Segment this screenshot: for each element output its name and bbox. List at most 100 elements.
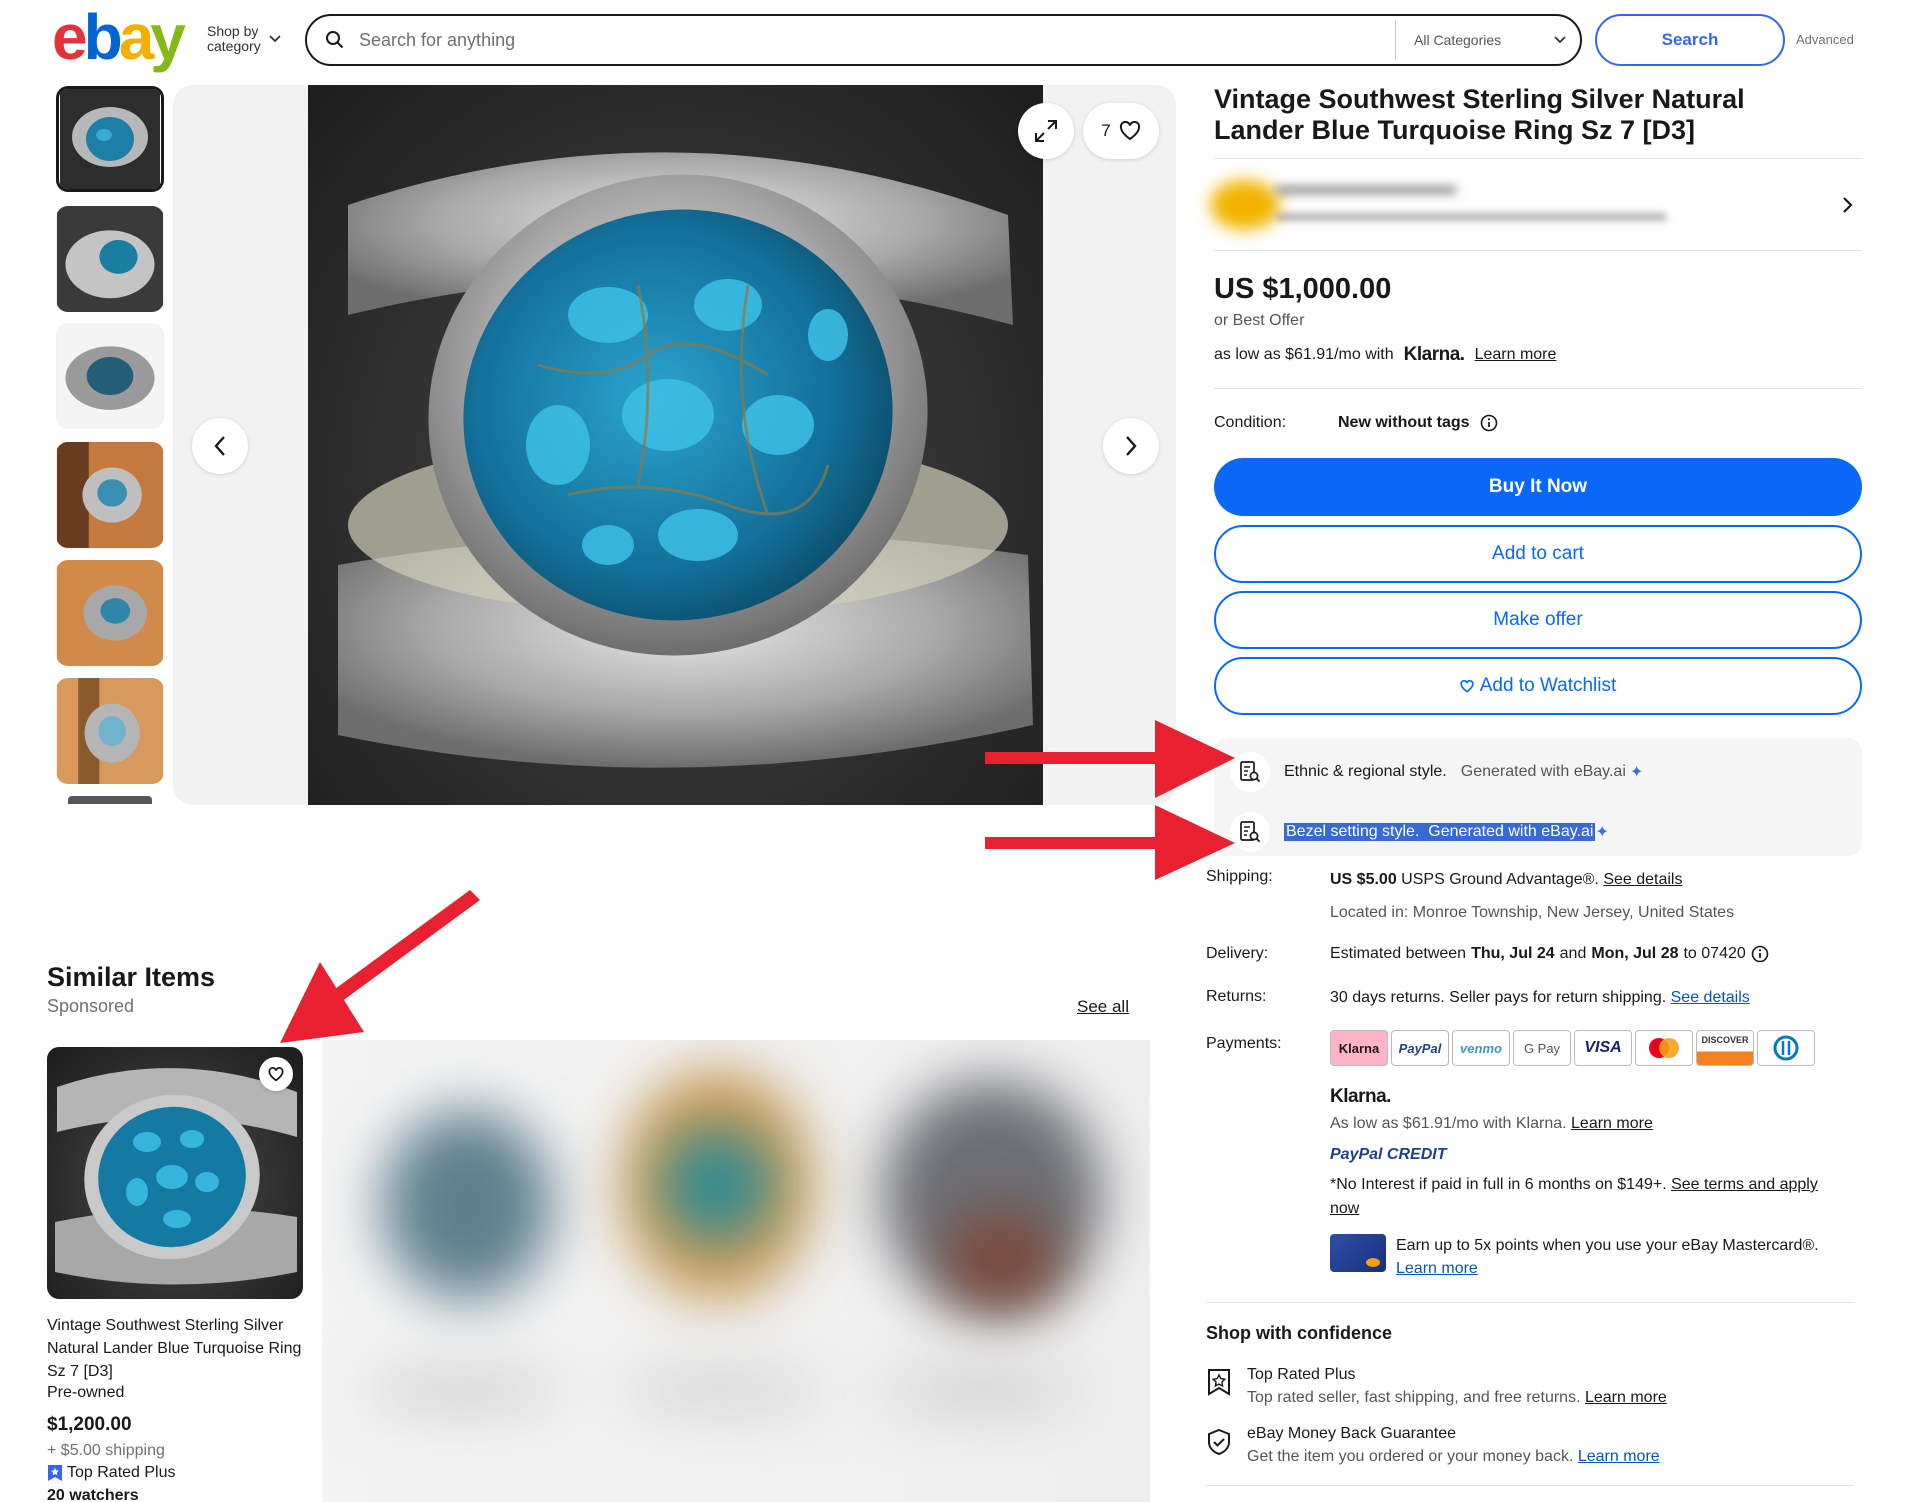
seller-name-blurred <box>1276 186 1456 194</box>
ring-thumbnail-image <box>60 89 160 189</box>
shipping-service: USPS Ground Advantage®. <box>1401 871 1599 888</box>
klarna-detail-learn-more[interactable]: Learn more <box>1571 1115 1653 1132</box>
thumbnail-1[interactable] <box>56 86 164 192</box>
next-image-button[interactable] <box>1103 418 1159 474</box>
thumbnail-7-partial[interactable] <box>68 796 152 804</box>
money-back-learn-more-link[interactable]: Learn more <box>1578 1448 1660 1465</box>
thumbnail-6[interactable] <box>56 678 164 784</box>
annotation-arrow-similar-item <box>280 890 480 1043</box>
returns-text: 30 days returns. Seller pays for return … <box>1330 989 1667 1006</box>
info-icon[interactable] <box>1480 414 1498 432</box>
seller-info-redacted[interactable] <box>1206 176 1862 232</box>
shipping-price: US $5.00 <box>1330 871 1397 888</box>
top-rated-plus-item: Top Rated Plus Top rated seller, fast sh… <box>1247 1363 1667 1409</box>
money-back-item: eBay Money Back Guarantee Get the item y… <box>1247 1422 1660 1468</box>
see-all-link[interactable]: See all <box>1077 997 1129 1017</box>
sparkle-icon: ✦ <box>1595 824 1609 841</box>
shop-by-line2: category <box>207 38 261 54</box>
fullscreen-button[interactable] <box>1018 103 1074 159</box>
top-rated-badge-icon <box>1208 1369 1230 1396</box>
price: US $1,000.00 <box>1214 273 1392 305</box>
thumbnail-2[interactable] <box>56 206 164 312</box>
top-rated-badge-icon <box>48 1465 62 1481</box>
mastercard-dot-icon <box>1366 1258 1380 1267</box>
delivery-label: Delivery: <box>1206 945 1269 962</box>
shipping-see-details-link[interactable]: See details <box>1603 871 1682 888</box>
document-search-icon <box>1230 812 1270 852</box>
search-input[interactable] <box>359 29 1395 51</box>
shipping-label: Shipping: <box>1206 868 1273 885</box>
category-select[interactable]: All Categories <box>1395 20 1580 60</box>
similar-items-blurred-carousel <box>322 1040 1150 1502</box>
ebay-logo[interactable]: ebay <box>52 5 186 69</box>
shop-by-line1: Shop by <box>207 23 259 39</box>
add-to-cart-button[interactable]: Add to cart <box>1214 525 1862 583</box>
top-rated-plus-text: Top rated seller, fast shipping, and fre… <box>1247 1389 1581 1406</box>
paypal-payment-icon: PayPal <box>1391 1030 1449 1066</box>
delivery-start: Thu, Jul 24 <box>1471 945 1555 962</box>
top-rated-learn-more-link[interactable]: Learn more <box>1585 1389 1667 1406</box>
sponsored-label: Sponsored <box>47 996 135 1016</box>
ai-generated-note: Generated with eBay.ai <box>1428 823 1594 840</box>
returns-value: 30 days returns. Seller pays for return … <box>1330 989 1750 1007</box>
klarna-prefix: as low as $61.91/mo with <box>1214 346 1394 363</box>
buy-it-now-button[interactable]: Buy It Now <box>1214 458 1862 516</box>
seller-feedback-blurred <box>1276 214 1666 220</box>
chevron-down-icon <box>269 35 281 43</box>
shop-by-category-button[interactable]: Shop by category <box>207 24 281 54</box>
google-pay-payment-icon: G Pay <box>1513 1030 1571 1066</box>
blurred-item-image-1 <box>382 1110 552 1300</box>
blurred-item-text-1 <box>362 1370 562 1410</box>
image-watch-button[interactable]: 7 <box>1083 103 1159 159</box>
watchlist-label: Add to Watchlist <box>1479 675 1617 696</box>
blurred-item-text-3 <box>882 1370 1082 1410</box>
heart-icon <box>1460 679 1474 693</box>
main-product-image[interactable] <box>308 85 1043 805</box>
ring-thumbnail-image <box>57 678 163 784</box>
similar-item-condition: Pre-owned <box>47 1384 125 1401</box>
returns-label: Returns: <box>1206 988 1267 1005</box>
klarna-logo: Klarna. <box>1403 344 1465 365</box>
condition-label: Condition: <box>1214 414 1287 431</box>
chevron-right-icon <box>1843 197 1853 213</box>
blurred-item-text-2 <box>622 1370 822 1410</box>
info-icon[interactable] <box>1751 945 1769 963</box>
klarna-detail: As low as $61.91/mo with Klarna. Learn m… <box>1330 1115 1653 1133</box>
klarna-financing: as low as $61.91/mo with Klarna. Learn m… <box>1214 344 1556 366</box>
make-offer-button[interactable]: Make offer <box>1214 591 1862 649</box>
ring-thumbnail-image <box>57 206 163 312</box>
heart-icon <box>268 1066 284 1081</box>
ai-aspect-row-1: Ethnic & regional style. Generated with … <box>1230 752 1643 792</box>
ring-thumbnail-image <box>57 442 163 548</box>
shop-with-confidence-heading: Shop with confidence <box>1206 1323 1393 1343</box>
paypal-offer-text: *No Interest if paid in full in 6 months… <box>1330 1176 1667 1193</box>
divider <box>1206 1485 1854 1486</box>
logo-letter-e: e <box>52 1 88 73</box>
category-label: All Categories <box>1414 32 1502 48</box>
advanced-search-link[interactable]: Advanced <box>1796 32 1854 47</box>
condition-value: New without tags <box>1338 414 1470 431</box>
similar-item-watch-button[interactable] <box>259 1057 293 1091</box>
ring-thumbnail-image <box>57 323 163 429</box>
ring-thumbnail-image <box>57 560 163 666</box>
annotation-arrow-ai-aspect-2 <box>985 805 1235 880</box>
document-search-icon <box>1230 752 1270 792</box>
money-back-text: Get the item you ordered or your money b… <box>1247 1448 1574 1465</box>
thumbnail-3[interactable] <box>56 323 164 429</box>
klarna-learn-more-link[interactable]: Learn more <box>1475 346 1557 364</box>
top-rated-plus-title: Top Rated Plus <box>1247 1366 1356 1383</box>
mastercard-learn-more-link[interactable]: Learn more <box>1396 1260 1478 1277</box>
thumbnail-5[interactable] <box>56 560 164 666</box>
similar-item-title[interactable]: Vintage Southwest Sterling Silver Natura… <box>47 1314 309 1383</box>
condition-row: Condition: New without tags <box>1214 414 1498 432</box>
logo-letter-y: y <box>150 1 186 73</box>
paypal-credit-text: *No Interest if paid in full in 6 months… <box>1330 1173 1850 1221</box>
search-bar: All Categories <box>305 14 1582 66</box>
search-button[interactable]: Search <box>1595 14 1785 66</box>
returns-see-details-link[interactable]: See details <box>1671 989 1750 1006</box>
previous-image-button[interactable] <box>192 418 248 474</box>
thumbnail-4[interactable] <box>56 442 164 548</box>
heart-icon <box>1119 121 1140 141</box>
add-to-watchlist-button[interactable]: Add to Watchlist <box>1214 657 1862 715</box>
shield-check-icon <box>1208 1428 1230 1456</box>
